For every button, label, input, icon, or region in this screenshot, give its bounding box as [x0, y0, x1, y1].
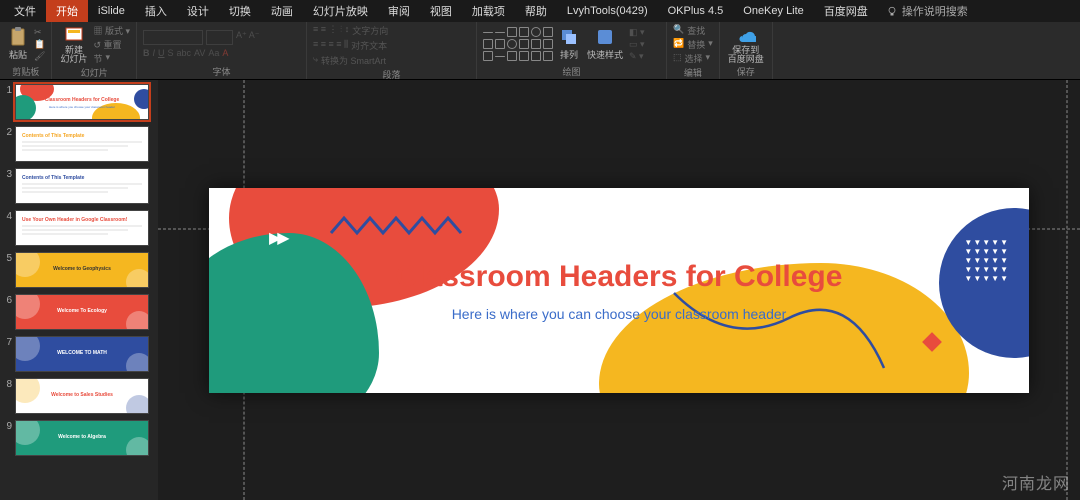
menu-tab-插入[interactable]: 插入 [135, 0, 177, 22]
group-label: 段落 [313, 67, 470, 81]
menu-tab-设计[interactable]: 设计 [177, 0, 219, 22]
slide-thumbnail-1[interactable]: Classroom Headers for CollegeHere is whe… [15, 84, 149, 120]
thumbnail-row: 4Use Your Own Header in Google Classroom… [2, 210, 156, 246]
slide-thumbnail-7[interactable]: WELCOME TO MATH [15, 336, 149, 372]
ribbon-group-drawing: 排列 快速样式 ◧ ▾▭ ▾✎ ▾ 绘图 [477, 22, 667, 79]
quick-styles-label: 快速样式 [587, 48, 623, 61]
slide-thumbnail-4[interactable]: Use Your Own Header in Google Classroom! [15, 210, 149, 246]
thumbnail-row: 9Welcome to Algebra [2, 420, 156, 456]
arrow-decor: ▶▶ [269, 228, 286, 248]
slide-thumbnail-6[interactable]: Welcome To Ecology [15, 294, 149, 330]
thumbnail-row: 6Welcome To Ecology [2, 294, 156, 330]
new-slide-button[interactable]: 新建 幻灯片 [58, 25, 89, 64]
watermark: 河南龙网 [1002, 470, 1070, 494]
editing-mini[interactable]: 🔍查找 🔁替换▾ ⬚选择▾ [673, 24, 713, 65]
slide-thumbnails-panel[interactable]: 1Classroom Headers for CollegeHere is wh… [0, 80, 158, 500]
clipboard-mini-buttons[interactable]: ✂📋🖌 [34, 27, 45, 62]
slide-subtitle[interactable]: Here is where you can choose your classr… [209, 306, 1029, 322]
quick-styles-button[interactable]: 快速样式 [585, 27, 625, 61]
curve-line [669, 288, 889, 378]
thumbnail-row: 2Contents of This Template [2, 126, 156, 162]
clipboard-icon [8, 27, 28, 47]
thumbnail-row: 1Classroom Headers for CollegeHere is wh… [2, 84, 156, 120]
slide-canvas[interactable]: ▶▶ ▼▼▼▼▼▼▼▼▼▼▼▼▼▼▼▼▼▼▼▼▼▼▼▼▼ Classroom H… [209, 188, 1029, 393]
paste-label: 粘贴 [9, 48, 27, 61]
menu-tab-动画[interactable]: 动画 [261, 0, 303, 22]
find-icon: 🔍 [673, 24, 684, 37]
arrange-icon [559, 27, 579, 47]
menu-tab-审阅[interactable]: 审阅 [378, 0, 420, 22]
cloud-save-icon [736, 25, 756, 45]
slide-thumbnail-9[interactable]: Welcome to Algebra [15, 420, 149, 456]
ribbon-group-paragraph: ≡ ≡ ⋮ ⫶ ↕文字方向 ≡ ≡ ≡ ≡ ⫼对齐文本 ⤷转换为 SmartAr… [307, 22, 477, 79]
bulb-icon [886, 5, 898, 17]
ribbon-group-editing: 🔍查找 🔁替换▾ ⬚选择▾ 编辑 [667, 22, 720, 79]
quick-styles-icon [595, 27, 615, 47]
ribbon-group-font: A⁺ A⁻ BIUSabcAVAaA 字体 [137, 22, 307, 79]
group-label: 编辑 [673, 65, 713, 79]
thumbnail-row: 8Welcome to Sales Studies [2, 378, 156, 414]
menu-tab-OKPlus 4.5[interactable]: OKPlus 4.5 [658, 2, 734, 20]
thumbnail-number: 6 [2, 294, 12, 306]
save-label: 保存到 百度网盘 [728, 46, 764, 64]
menu-tab-视图[interactable]: 视图 [420, 0, 462, 22]
slide-thumbnail-2[interactable]: Contents of This Template [15, 126, 149, 162]
menu-tab-文件[interactable]: 文件 [4, 0, 46, 22]
group-label: 剪贴板 [6, 64, 45, 78]
thumbnail-row: 7WELCOME TO MATH [2, 336, 156, 372]
select-icon: ⬚ [673, 52, 682, 65]
arrange-label: 排列 [560, 48, 578, 61]
menu-tab-百度网盘[interactable]: 百度网盘 [814, 0, 878, 22]
menu-tab-加载项[interactable]: 加载项 [462, 0, 515, 22]
ribbon-group-clipboard: 粘贴 ✂📋🖌 剪贴板 [0, 22, 52, 79]
paste-button[interactable]: 粘贴 [6, 27, 30, 61]
arrange-button[interactable]: 排列 [557, 27, 581, 61]
group-label: 字体 [143, 64, 300, 78]
zigzag-line [329, 213, 479, 243]
slide-title[interactable]: Classroom Headers for College [209, 260, 1029, 294]
slide-thumbnail-8[interactable]: Welcome to Sales Studies [15, 378, 149, 414]
tell-me-search[interactable]: 操作说明搜索 [886, 3, 968, 19]
menu-tab-切换[interactable]: 切换 [219, 0, 261, 22]
menu-tab-OneKey Lite[interactable]: OneKey Lite [733, 2, 814, 20]
menu-tab-LvyhTools(0429)[interactable]: LvyhTools(0429) [557, 2, 658, 20]
thumbnail-number: 8 [2, 378, 12, 390]
thumbnail-number: 2 [2, 126, 12, 138]
thumbnail-number: 1 [2, 84, 12, 96]
thumbnail-row: 3Contents of This Template [2, 168, 156, 204]
menu-tab-幻灯片放映[interactable]: 幻灯片放映 [303, 0, 378, 22]
slide-thumbnail-3[interactable]: Contents of This Template [15, 168, 149, 204]
group-label: 幻灯片 [58, 65, 130, 79]
ribbon-group-save: 保存到 百度网盘 保存 [720, 22, 773, 79]
shapes-gallery[interactable] [483, 27, 553, 61]
replace-icon: 🔁 [673, 38, 684, 51]
slide-canvas-area[interactable]: ▶▶ ▼▼▼▼▼▼▼▼▼▼▼▼▼▼▼▼▼▼▼▼▼▼▼▼▼ Classroom H… [158, 80, 1080, 500]
menu-tab-iSlide[interactable]: iSlide [88, 2, 135, 20]
thumbnail-number: 7 [2, 336, 12, 348]
slide-thumbnail-5[interactable]: Welcome to Geophysics [15, 252, 149, 288]
menu-tab-开始[interactable]: 开始 [46, 0, 88, 22]
group-label: 保存 [726, 64, 766, 78]
thumbnail-row: 5Welcome to Geophysics [2, 252, 156, 288]
thumbnail-number: 4 [2, 210, 12, 222]
shape-format-mini[interactable]: ◧ ▾▭ ▾✎ ▾ [629, 27, 645, 62]
new-slide-icon [64, 25, 84, 45]
slides-mini[interactable]: ▦ 版式 ▾ ↺ 重置 节▾ [93, 24, 130, 65]
ribbon: 粘贴 ✂📋🖌 剪贴板 新建 幻灯片 ▦ 版式 ▾ ↺ 重置 节▾ 幻灯片 A [0, 22, 1080, 80]
menu-tab-帮助[interactable]: 帮助 [515, 0, 557, 22]
thumbnail-number: 3 [2, 168, 12, 180]
save-to-cloud-button[interactable]: 保存到 百度网盘 [726, 25, 766, 64]
menu-bar: 文件开始iSlide插入设计切换动画幻灯片放映审阅视图加载项帮助LvyhTool… [0, 0, 1080, 22]
ribbon-group-slides: 新建 幻灯片 ▦ 版式 ▾ ↺ 重置 节▾ 幻灯片 [52, 22, 137, 79]
group-label: 绘图 [483, 64, 660, 78]
thumbnail-number: 5 [2, 252, 12, 264]
new-slide-label: 新建 幻灯片 [60, 46, 87, 64]
workspace: 1Classroom Headers for CollegeHere is wh… [0, 80, 1080, 500]
thumbnail-number: 9 [2, 420, 12, 432]
